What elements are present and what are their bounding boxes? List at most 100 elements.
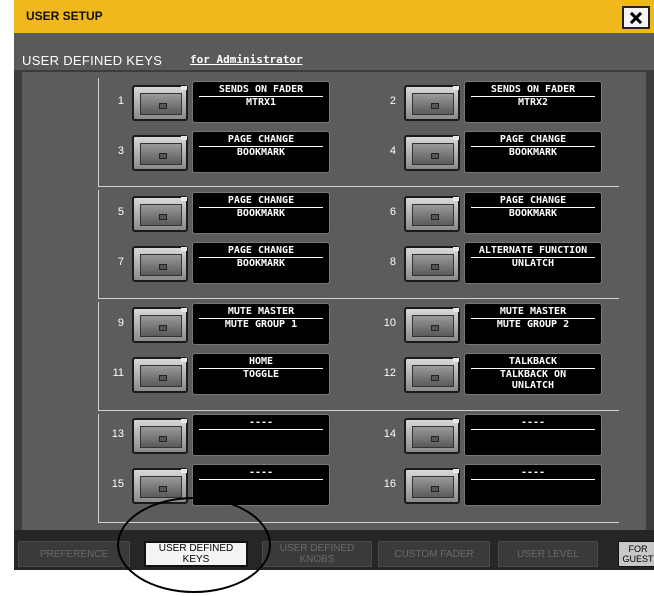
key-6-display[interactable]: PAGE CHANGE BOOKMARK bbox=[464, 192, 602, 234]
tab-user-defined-knobs[interactable]: USER DEFINED KNOBS bbox=[262, 541, 372, 567]
key-face bbox=[140, 315, 182, 337]
key-number: 14 bbox=[383, 428, 396, 440]
key-face bbox=[412, 476, 454, 498]
key-corner-mark bbox=[181, 197, 187, 201]
key-face bbox=[140, 365, 182, 387]
key-corner-mark bbox=[453, 469, 459, 473]
key-corner-mark bbox=[453, 358, 459, 362]
function-parameter: MTRX2 bbox=[517, 97, 549, 108]
function-name: HOME bbox=[199, 356, 323, 369]
user-key-16-button[interactable] bbox=[404, 468, 460, 504]
key-led-icon bbox=[431, 436, 439, 442]
function-parameter: UNLATCH bbox=[511, 258, 555, 269]
user-key-10-button[interactable] bbox=[404, 307, 460, 343]
key-9-display[interactable]: MUTE MASTER MUTE GROUP 1 bbox=[192, 303, 330, 345]
key-14-display[interactable]: ---- bbox=[464, 414, 602, 456]
key-corner-mark bbox=[181, 136, 187, 140]
user-key-2-button[interactable] bbox=[404, 85, 460, 121]
key-face bbox=[412, 365, 454, 387]
key-face bbox=[412, 204, 454, 226]
key-corner-mark bbox=[453, 197, 459, 201]
key-number: 15 bbox=[111, 478, 124, 490]
key-face bbox=[140, 476, 182, 498]
user-key-6-button[interactable] bbox=[404, 196, 460, 232]
page-title: USER DEFINED KEYS bbox=[22, 53, 163, 68]
key-face bbox=[140, 93, 182, 115]
tab-user-level[interactable]: USER LEVEL bbox=[498, 541, 598, 567]
key-2-display[interactable]: SENDS ON FADER MTRX2 bbox=[464, 81, 602, 123]
key-led-icon bbox=[431, 214, 439, 220]
user-setup-window: USER SETUP USER DEFINED KEYS for Adminis… bbox=[14, 0, 654, 570]
tab-for-guest[interactable]: FOR GUEST bbox=[618, 541, 654, 567]
function-name: ---- bbox=[471, 417, 595, 430]
user-key-11-button[interactable] bbox=[132, 357, 188, 393]
key-4-display[interactable]: PAGE CHANGE BOOKMARK bbox=[464, 131, 602, 173]
key-corner-mark bbox=[181, 469, 187, 473]
keys-panel: 1 SENDS ON FADER MTRX1 2 SENDS ON FADER MTRX2… bbox=[22, 72, 646, 530]
key-13-display[interactable]: ---- bbox=[192, 414, 330, 456]
user-key-7-button[interactable] bbox=[132, 246, 188, 282]
function-name: MUTE MASTER bbox=[199, 306, 323, 319]
key-16-display[interactable]: ---- bbox=[464, 464, 602, 506]
key-12-display[interactable]: TALKBACK TALKBACK ON UNLATCH bbox=[464, 353, 602, 395]
key-1-display[interactable]: SENDS ON FADER MTRX1 bbox=[192, 81, 330, 123]
user-label: for Administrator bbox=[190, 53, 303, 66]
key-7-display[interactable]: PAGE CHANGE BOOKMARK bbox=[192, 242, 330, 284]
key-3-display[interactable]: PAGE CHANGE BOOKMARK bbox=[192, 131, 330, 173]
function-name: PAGE CHANGE bbox=[471, 134, 595, 147]
user-key-8-button[interactable] bbox=[404, 246, 460, 282]
user-key-9-button[interactable] bbox=[132, 307, 188, 343]
key-face bbox=[412, 143, 454, 165]
function-parameter: BOOKMARK bbox=[508, 208, 558, 219]
function-name: PAGE CHANGE bbox=[199, 245, 323, 258]
user-key-3-button[interactable] bbox=[132, 135, 188, 171]
user-key-4-button[interactable] bbox=[404, 135, 460, 171]
window-title: USER SETUP bbox=[26, 9, 103, 23]
user-key-13-button[interactable] bbox=[132, 418, 188, 454]
function-name: SENDS ON FADER bbox=[471, 84, 595, 97]
tab-label-line2: GUEST bbox=[622, 554, 654, 564]
user-key-14-button[interactable] bbox=[404, 418, 460, 454]
key-5-display[interactable]: PAGE CHANGE BOOKMARK bbox=[192, 192, 330, 234]
close-button[interactable] bbox=[622, 6, 650, 29]
page-header: USER DEFINED KEYS for Administrator bbox=[14, 33, 654, 70]
tab-bar: PREFERENCE USER DEFINED KEYS USER DEFINE… bbox=[14, 530, 654, 570]
key-8-display[interactable]: ALTERNATE FUNCTION UNLATCH bbox=[464, 242, 602, 284]
tab-label-line1: FOR bbox=[628, 544, 648, 554]
key-led-icon bbox=[159, 375, 167, 381]
key-number: 4 bbox=[389, 145, 396, 157]
key-led-icon bbox=[431, 375, 439, 381]
tab-preference[interactable]: PREFERENCE bbox=[18, 541, 130, 567]
close-icon bbox=[630, 11, 642, 24]
key-number: 12 bbox=[383, 367, 396, 379]
key-number: 13 bbox=[111, 428, 124, 440]
tab-custom-fader[interactable]: CUSTOM FADER bbox=[378, 541, 490, 567]
function-parameter: MTRX1 bbox=[245, 97, 277, 108]
key-number: 11 bbox=[112, 367, 124, 379]
function-parameter: MUTE GROUP 2 bbox=[496, 319, 570, 330]
function-parameter: BOOKMARK bbox=[508, 147, 558, 158]
function-name: TALKBACK bbox=[471, 356, 595, 369]
function-name: PAGE CHANGE bbox=[471, 195, 595, 208]
user-key-5-button[interactable] bbox=[132, 196, 188, 232]
key-face bbox=[140, 143, 182, 165]
key-10-display[interactable]: MUTE MASTER MUTE GROUP 2 bbox=[464, 303, 602, 345]
user-key-1-button[interactable] bbox=[132, 85, 188, 121]
key-number: 7 bbox=[117, 256, 124, 268]
function-parameter: TALKBACK ON UNLATCH bbox=[499, 369, 567, 391]
key-led-icon bbox=[159, 214, 167, 220]
key-11-display[interactable]: HOME TOGGLE bbox=[192, 353, 330, 395]
user-key-12-button[interactable] bbox=[404, 357, 460, 393]
function-name: PAGE CHANGE bbox=[199, 195, 323, 208]
key-face bbox=[412, 254, 454, 276]
key-face bbox=[412, 315, 454, 337]
function-name: SENDS ON FADER bbox=[199, 84, 323, 97]
function-parameter: BOOKMARK bbox=[236, 208, 286, 219]
key-number: 9 bbox=[117, 317, 124, 329]
key-corner-mark bbox=[453, 419, 459, 423]
key-corner-mark bbox=[453, 136, 459, 140]
key-led-icon bbox=[159, 486, 167, 492]
function-name: ---- bbox=[471, 467, 595, 480]
key-led-icon bbox=[431, 486, 439, 492]
key-corner-mark bbox=[453, 247, 459, 251]
